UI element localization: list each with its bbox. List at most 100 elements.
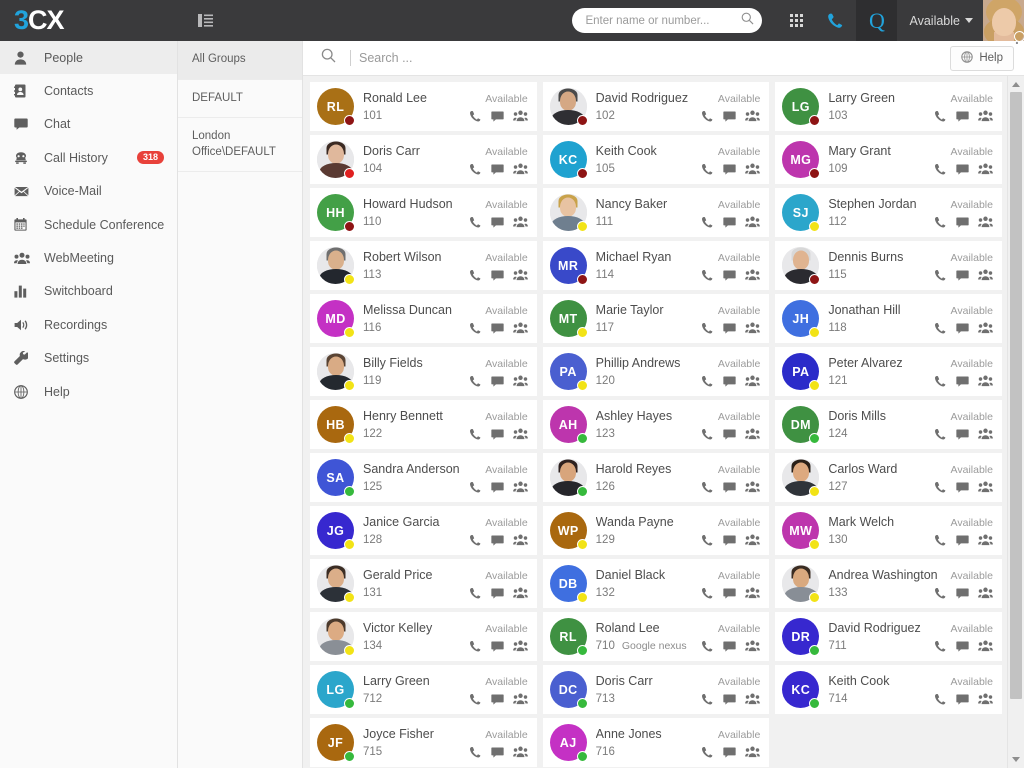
sidebar-item-call-history[interactable]: Call History 318	[0, 141, 177, 174]
chat-bubble-icon[interactable]	[491, 217, 504, 228]
contact-card[interactable]: MD Melissa Duncan Available 116	[307, 292, 540, 345]
contact-card-inner[interactable]: RL Ronald Lee Available 101	[310, 82, 537, 131]
contact-card-inner[interactable]: Victor Kelley Available 134	[310, 612, 537, 661]
group-conference-icon[interactable]	[745, 110, 761, 122]
sidebar-item-voice-mail[interactable]: Voice-Mail	[0, 175, 177, 208]
contact-card-inner[interactable]: SJ Stephen Jordan Available 112	[775, 188, 1002, 237]
chat-bubble-icon[interactable]	[723, 111, 736, 122]
chat-bubble-icon[interactable]	[491, 482, 504, 493]
phone-icon[interactable]	[469, 216, 482, 229]
contact-card[interactable]: SA Sandra Anderson Available 125	[307, 451, 540, 504]
group-conference-icon[interactable]	[745, 534, 761, 546]
phone-icon[interactable]	[701, 216, 714, 229]
contact-avatar[interactable]: SA	[317, 459, 355, 497]
contact-card[interactable]: HB Henry Bennett Available 122	[307, 398, 540, 451]
chat-bubble-icon[interactable]	[491, 747, 504, 758]
contact-avatar[interactable]: RL	[549, 618, 588, 656]
contact-card[interactable]: Nancy Baker Available 111	[540, 186, 773, 239]
sidebar-item-recordings[interactable]: Recordings	[0, 308, 177, 341]
contact-card-inner[interactable]: Robert Wilson Available 113	[310, 241, 537, 290]
group-item-london-office-default[interactable]: London Office\DEFAULT	[178, 118, 302, 173]
phone-icon[interactable]	[469, 163, 482, 176]
contact-card-inner[interactable]: Dennis Burns Available 115	[775, 241, 1002, 290]
contact-avatar[interactable]	[317, 141, 355, 179]
contact-avatar[interactable]	[782, 247, 821, 285]
contact-avatar[interactable]	[782, 459, 821, 497]
sidebar-item-people[interactable]: People	[0, 41, 177, 75]
group-conference-icon[interactable]	[512, 746, 528, 758]
contact-card[interactable]: Andrea Washington Available 133	[772, 557, 1005, 610]
chat-bubble-icon[interactable]	[956, 111, 969, 122]
people-search-input[interactable]	[350, 50, 951, 66]
contact-card[interactable]: KC Keith Cook Available 714	[772, 663, 1005, 716]
phone-icon[interactable]	[934, 269, 947, 282]
contact-card-inner[interactable]: WP Wanda Payne Available 129	[542, 506, 770, 555]
chat-bubble-icon[interactable]	[491, 270, 504, 281]
contact-card[interactable]: JG Janice Garcia Available 128	[307, 504, 540, 557]
contact-avatar[interactable]: MT	[549, 300, 588, 338]
contact-avatar[interactable]: WP	[549, 512, 588, 550]
chat-bubble-icon[interactable]	[956, 482, 969, 493]
contact-card[interactable]: JH Jonathan Hill Available 118	[772, 292, 1005, 345]
contact-card-inner[interactable]: Gerald Price Available 131	[310, 559, 537, 608]
chat-bubble-icon[interactable]	[491, 694, 504, 705]
group-conference-icon[interactable]	[978, 269, 993, 281]
contact-avatar[interactable]	[549, 459, 588, 497]
group-conference-icon[interactable]	[512, 534, 528, 546]
group-conference-icon[interactable]	[512, 163, 528, 175]
contact-card[interactable]: PA Phillip Andrews Available 120	[540, 345, 773, 398]
group-conference-icon[interactable]	[978, 693, 993, 705]
contact-card-inner[interactable]: Billy Fields Available 119	[310, 347, 537, 396]
contact-card-inner[interactable]: MG Mary Grant Available 109	[775, 135, 1002, 184]
phone-icon[interactable]	[469, 746, 482, 759]
chat-bubble-icon[interactable]	[723, 429, 736, 440]
chat-bubble-icon[interactable]	[491, 164, 504, 175]
phone-icon[interactable]	[701, 693, 714, 706]
phone-icon[interactable]	[469, 110, 482, 123]
contact-avatar[interactable]: KC	[782, 671, 821, 709]
scroll-up-arrow[interactable]	[1009, 77, 1024, 92]
contact-card[interactable]: MR Michael Ryan Available 114	[540, 239, 773, 292]
phone-icon[interactable]	[469, 534, 482, 547]
search-icon[interactable]	[741, 12, 754, 30]
group-conference-icon[interactable]	[512, 110, 528, 122]
group-conference-icon[interactable]	[745, 481, 761, 493]
contact-avatar[interactable]: DB	[549, 565, 588, 603]
group-conference-icon[interactable]	[512, 269, 528, 281]
group-conference-icon[interactable]	[512, 428, 528, 440]
contact-card[interactable]: Robert Wilson Available 113	[307, 239, 540, 292]
contact-card-inner[interactable]: DB Daniel Black Available 132	[542, 559, 770, 608]
phone-icon[interactable]	[701, 269, 714, 282]
phone-icon[interactable]	[701, 163, 714, 176]
group-item-all-groups[interactable]: All Groups	[178, 41, 302, 80]
people-search-box[interactable]	[321, 48, 951, 68]
phone-icon[interactable]	[934, 322, 947, 335]
phone-icon[interactable]	[469, 269, 482, 282]
contact-card[interactable]: DB Daniel Black Available 132	[540, 557, 773, 610]
contact-card[interactable]: RL Ronald Lee Available 101	[307, 80, 540, 133]
phone-icon[interactable]	[934, 375, 947, 388]
chat-bubble-icon[interactable]	[491, 323, 504, 334]
phone-icon[interactable]	[816, 0, 856, 41]
apps-grid-icon[interactable]	[776, 0, 816, 41]
contact-avatar[interactable]: PA	[782, 353, 821, 391]
chat-bubble-icon[interactable]	[491, 588, 504, 599]
contact-card-inner[interactable]: David Rodriguez Available 102	[542, 82, 770, 131]
phone-icon[interactable]	[701, 534, 714, 547]
phone-icon[interactable]	[701, 587, 714, 600]
contact-card-inner[interactable]: KC Keith Cook Available 105	[542, 135, 770, 184]
group-conference-icon[interactable]	[978, 640, 993, 652]
chat-bubble-icon[interactable]	[723, 323, 736, 334]
phone-icon[interactable]	[469, 693, 482, 706]
group-conference-icon[interactable]	[978, 375, 993, 387]
chat-bubble-icon[interactable]	[956, 588, 969, 599]
chat-bubble-icon[interactable]	[956, 217, 969, 228]
contact-avatar[interactable]: JF	[317, 724, 355, 762]
queue-icon[interactable]: Q	[856, 0, 898, 41]
contact-avatar[interactable]: DC	[549, 671, 588, 709]
help-button[interactable]: Help	[950, 45, 1014, 71]
phone-icon[interactable]	[701, 110, 714, 123]
group-conference-icon[interactable]	[512, 322, 528, 334]
contact-card-inner[interactable]: DM Doris Mills Available 124	[775, 400, 1002, 449]
contact-card-inner[interactable]: MD Melissa Duncan Available 116	[310, 294, 537, 343]
